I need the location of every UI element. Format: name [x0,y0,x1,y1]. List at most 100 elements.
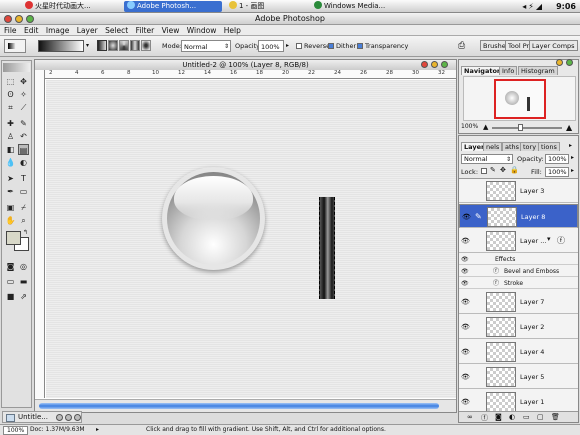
marquee-tool-icon[interactable]: ⬚ [5,76,16,87]
standard-screen-mode-icon[interactable]: ▭ [5,276,16,287]
effects-header[interactable]: 👁 Effects [459,254,578,265]
reverse-checkbox[interactable]: Reverse [296,40,330,52]
minimized-document[interactable]: Untitle... [2,411,82,423]
radial-gradient-icon[interactable] [108,40,118,51]
path-selection-tool-icon[interactable]: ➤ [5,173,16,184]
quick-mask-mode-icon[interactable]: ◎ [18,261,29,272]
vertical-ruler[interactable] [35,70,45,398]
zoom-minimized-button[interactable] [74,414,81,421]
eraser-tool-icon[interactable]: ◧ [5,144,16,155]
layer-row[interactable]: 👁 Layer 4 [459,340,578,364]
layer-opacity-input[interactable]: 100% [545,154,569,164]
status-arrow-icon[interactable]: ▸ [96,425,99,435]
notes-tool-icon[interactable]: ▣ [5,202,16,213]
menu-layer[interactable]: Layer [77,25,98,36]
tab-info[interactable]: Info [499,66,518,75]
close-document-button[interactable] [421,61,428,68]
eye-icon[interactable]: 👁 [461,398,470,406]
printer-icon[interactable]: ⎙ [458,40,472,52]
diamond-gradient-icon[interactable] [141,40,151,51]
shape-tool-icon[interactable]: ▭ [18,186,29,197]
tab-history[interactable]: tory [520,142,540,151]
zoom-document-button[interactable] [441,61,448,68]
navigator-zoom[interactable]: 100% [461,123,478,130]
angle-gradient-icon[interactable] [119,40,129,51]
layer-mask-icon[interactable]: ◙ [495,413,502,421]
layer-row-selected[interactable]: 👁 ✎ Layer 8 [459,204,578,228]
minimize-window-button[interactable] [15,15,23,23]
toolbox-header[interactable] [3,63,30,72]
menu-image[interactable]: Image [46,25,70,36]
close-minimized-button[interactable] [56,414,63,421]
tab-actions[interactable]: tions [538,142,560,151]
adjustment-layer-icon[interactable]: ◐ [509,413,515,421]
type-tool-icon[interactable]: T [18,173,29,184]
eye-icon[interactable]: 👁 [461,298,470,306]
eye-icon[interactable]: 👁 [462,213,471,221]
gradient-picker-arrow-icon[interactable]: ▾ [86,40,92,52]
eye-icon[interactable]: 👁 [461,237,470,245]
clone-stamp-tool-icon[interactable]: ♙ [5,131,16,142]
slider-handle[interactable] [518,124,523,131]
gradient-picker[interactable] [38,40,84,52]
trash-icon[interactable]: 🗑 [551,413,560,421]
minimize-minimized-button[interactable] [65,414,72,421]
link-layers-icon[interactable]: ∞ [467,413,473,421]
linear-gradient-icon[interactable] [97,40,107,51]
taskbar-app-media[interactable]: Windows Media... [311,1,403,12]
system-tray-icons[interactable]: ◂⚡◢ [522,1,544,12]
brush-tool-icon[interactable]: ✎ [18,118,29,129]
menu-help[interactable]: Help [224,25,241,36]
menu-view[interactable]: View [162,25,180,36]
layer-row[interactable]: 👁 Layer ... ▾ ⓕ [459,229,578,253]
close-window-button[interactable] [4,15,12,23]
fill-arrow-icon[interactable]: ▸ [571,167,574,174]
hand-tool-icon[interactable]: ✋ [5,215,16,226]
menu-select[interactable]: Select [105,25,128,36]
transparency-checkbox[interactable]: Transparency [357,40,408,52]
fill-input[interactable]: 100% [545,167,569,177]
panel-zoom-button[interactable] [566,59,573,66]
image-canvas[interactable] [46,80,456,398]
new-layer-icon[interactable]: ▢ [537,413,544,421]
lock-transparent-icon[interactable] [481,168,487,174]
history-brush-tool-icon[interactable]: ↶ [18,131,29,142]
menu-window[interactable]: Window [187,25,217,36]
menu-filter[interactable]: Filter [136,25,155,36]
crop-tool-icon[interactable]: ⌗ [5,102,16,113]
effect-row[interactable]: 👁 ⓕ Stroke [459,278,578,289]
layer-row[interactable]: 👁 Layer 5 [459,365,578,389]
dither-checkbox[interactable]: Dither [328,40,356,52]
tool-preset-picker[interactable] [4,39,26,53]
palette-tab-layer-comps[interactable]: Layer Comps [529,40,578,51]
zoom-level-field[interactable]: 100% [3,426,29,435]
zoom-tool-icon[interactable]: ⌕ [18,215,29,226]
navigator-zoom-slider[interactable] [492,124,562,131]
jump-to-imageready-icon[interactable]: ⇗ [18,291,29,302]
expand-triangle-icon[interactable]: ▾ [547,235,551,243]
effect-row[interactable]: 👁 ⓕ Bevel and Emboss [459,266,578,277]
swap-colors-icon[interactable]: ↰ [20,227,31,238]
eye-icon[interactable]: 👁 [461,278,469,289]
new-group-icon[interactable]: ▭ [523,413,530,421]
tab-histogram[interactable]: Histogram [518,66,558,75]
layer-row[interactable]: Layer 3 [459,179,578,203]
mode-select[interactable]: Normal ⇕ [181,40,231,52]
opacity-arrow-icon[interactable]: ▸ [571,154,574,161]
layer-row[interactable]: 👁 Layer 1 [459,390,578,411]
eye-icon[interactable]: 👁 [461,254,469,265]
lock-image-icon[interactable]: ✎ [490,166,496,174]
document-size-info[interactable]: Doc: 1.37M/9.63M [30,425,85,435]
lock-position-icon[interactable]: ✥ [500,166,506,174]
lock-all-icon[interactable]: 🔒 [510,166,519,174]
layer-row[interactable]: 👁 Layer 2 [459,315,578,339]
standard-mode-icon[interactable]: ◙ [5,261,16,272]
panel-menu-arrow-icon[interactable]: ▸ [569,142,572,149]
tab-channels[interactable]: nels [483,142,503,151]
foreground-color-swatch[interactable] [6,231,21,245]
eyedropper-tool-icon[interactable]: ⌿ [18,202,29,213]
zoom-window-button[interactable] [26,15,34,23]
lasso-tool-icon[interactable]: ʘ [5,89,16,100]
move-tool-icon[interactable]: ✥ [18,76,29,87]
eye-icon[interactable]: 👁 [461,348,470,356]
